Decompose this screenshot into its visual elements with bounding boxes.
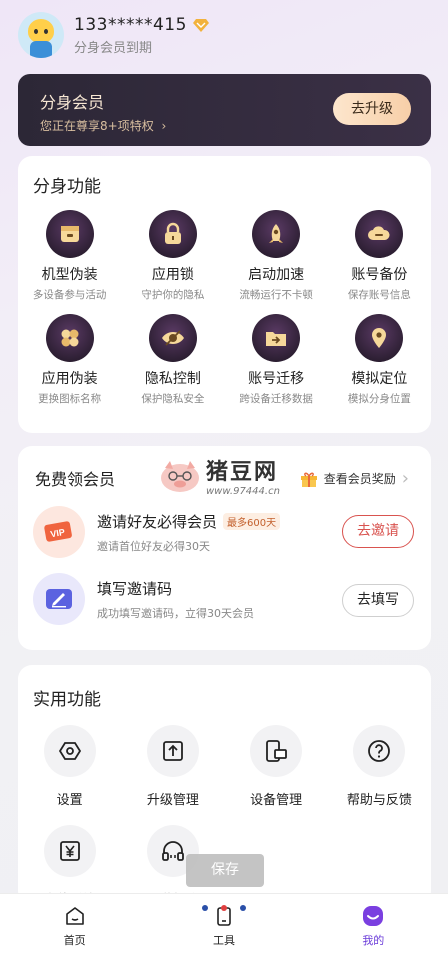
avatar[interactable] (18, 12, 64, 58)
bottom-nav: 首页 工具 我的 (0, 893, 448, 953)
member-card-title: 分身会员 (40, 93, 105, 112)
chevron-right-icon: › (401, 468, 409, 489)
invite-button[interactable]: 去邀请 (342, 515, 414, 548)
feature-device-disguise[interactable]: 机型伪装 多设备参与活动 (18, 210, 121, 302)
free-member-card: 免费领会员 猪豆网 www.97444.cn 查看会员奖励 › VIP 邀请好友… (18, 446, 431, 650)
fill-code-button[interactable]: 去填写 (342, 584, 414, 617)
feature-account-backup[interactable]: 账号备份 保存账号信息 (328, 210, 431, 302)
rocket-icon (269, 224, 284, 243)
feature-mock-location[interactable]: 模拟定位 模拟分身位置 (328, 314, 431, 406)
upgrade-box-icon (162, 741, 183, 761)
clone-features-card: 分身功能 机型伪装 多设备参与活动 应用锁 守护你的隐私 启动加速 流畅运行不卡… (18, 156, 431, 433)
invite-code-desc: 成功填写邀请码，立得30天会员 (97, 606, 254, 620)
watermark-text: 猪豆网 (206, 460, 279, 485)
device-icon (266, 740, 288, 762)
tool-upgrade-management[interactable]: 升级管理 (121, 725, 224, 808)
clone-features-title: 分身功能 (33, 177, 101, 197)
vip-diamond-icon (192, 18, 209, 32)
edit-code-icon (33, 573, 85, 625)
location-pin-icon (372, 328, 387, 348)
watermark-url: www.97444.cn (206, 486, 280, 497)
invite-code-row: 填写邀请码 成功填写邀请码，立得30天会员 (33, 573, 254, 625)
view-rewards-link[interactable]: 查看会员奖励 › (300, 468, 409, 489)
invite-tag: 最多600天 (223, 512, 281, 530)
tool-help-feedback[interactable]: 帮助与反馈 (328, 725, 431, 808)
nav-mine[interactable]: 我的 (299, 894, 448, 953)
loading-dots (201, 905, 246, 911)
user-header[interactable]: 133*****415 分身会员到期 (18, 12, 209, 58)
eye-icon (161, 330, 184, 346)
headphones-icon (161, 841, 184, 861)
chevron-right-icon: › (161, 119, 167, 133)
help-icon (368, 740, 391, 762)
apps-icon (61, 329, 79, 347)
feature-privacy-control[interactable]: 隐私控制 保护隐私安全 (121, 314, 224, 406)
free-member-title: 免费领会员 (35, 470, 116, 489)
watermark: 猪豆网 www.97444.cn (158, 454, 280, 497)
box-icon (60, 226, 79, 242)
feature-app-disguise[interactable]: 应用伪装 更换图标名称 (18, 314, 121, 406)
yen-icon (59, 841, 80, 861)
mine-smile-icon (363, 906, 384, 926)
invite-code-title: 填写邀请码 (97, 579, 173, 598)
tool-device-management[interactable]: 设备管理 (225, 725, 328, 808)
invite-friends-row: VIP 邀请好友必得会员 最多600天 邀请首位好友必得30天 (33, 506, 281, 558)
member-card[interactable]: 分身会员 您正在尊享8+项特权 › 去升级 (18, 74, 431, 146)
upgrade-button[interactable]: 去升级 (333, 93, 411, 125)
tool-settings[interactable]: 设置 (18, 725, 121, 808)
settings-hexagon-icon (58, 742, 81, 760)
member-card-desc[interactable]: 您正在尊享8+项特权 › (40, 117, 166, 134)
lock-icon (164, 222, 181, 244)
nav-tools[interactable]: 工具 (149, 894, 298, 953)
vip-ticket-icon: VIP (33, 506, 85, 558)
save-toast: 保存 (186, 854, 264, 887)
invite-title: 邀请好友必得会员 (97, 512, 218, 531)
feature-launch-boost[interactable]: 启动加速 流畅运行不卡顿 (225, 210, 328, 302)
cloud-icon (368, 226, 390, 240)
membership-status: 分身会员到期 (74, 40, 153, 56)
gift-icon (300, 472, 317, 487)
feature-app-lock[interactable]: 应用锁 守护你的隐私 (121, 210, 224, 302)
feature-account-migration[interactable]: 账号迁移 跨设备迁移数据 (225, 314, 328, 406)
user-phone: 133*****415 (74, 14, 187, 35)
folder-arrow-icon (266, 332, 287, 346)
profile-page: 133*****415 分身会员到期 分身会员 您正在尊享8+项特权 › 去升级… (0, 0, 448, 953)
practical-tools-title: 实用功能 (33, 690, 101, 710)
nav-home[interactable]: 首页 (0, 894, 149, 953)
home-icon (65, 907, 84, 925)
pig-logo-icon (161, 460, 199, 492)
invite-desc: 邀请首位好友必得30天 (97, 539, 210, 553)
